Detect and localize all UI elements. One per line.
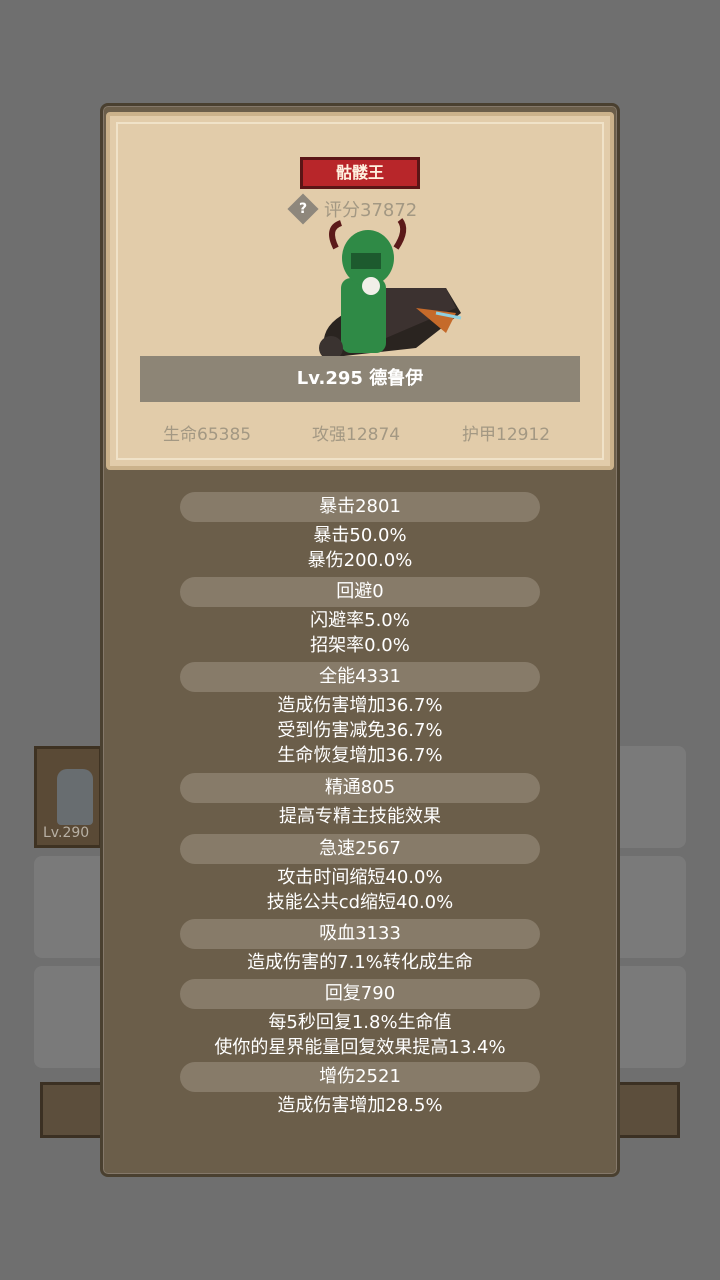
- slot-level: Lv.290: [43, 825, 90, 841]
- stat-armor: 护甲12912: [462, 425, 551, 445]
- attr-dodge-line: 招架率0.0%: [310, 635, 410, 656]
- stat-hp: 生命65385: [163, 425, 252, 445]
- attr-leech-header: 吸血3133: [180, 919, 540, 949]
- attr-regen-line: 每5秒回复1.8%生命值: [268, 1012, 452, 1033]
- attr-crit-line: 暴伤200.0%: [307, 550, 413, 571]
- attr-haste-line: 技能公共cd缩短40.0%: [266, 892, 454, 913]
- hero-portrait: [319, 218, 462, 360]
- attr-crit-line: 暴击50.0%: [313, 525, 407, 546]
- attr-versatility-header: 全能4331: [180, 662, 540, 692]
- title-badge: 骷髅王: [300, 157, 420, 189]
- attr-regen-line: 使你的星界能量回复效果提高13.4%: [214, 1037, 506, 1058]
- hero-name-bar: Lv.295 德鲁伊: [140, 356, 580, 402]
- hero-figure-icon: [319, 218, 462, 360]
- attr-haste-line: 攻击时间缩短40.0%: [277, 867, 443, 888]
- attr-haste-header: 急速2567: [180, 834, 540, 864]
- attr-versatility-line: 造成伤害增加36.7%: [277, 695, 443, 716]
- attr-versatility-line: 生命恢复增加36.7%: [277, 745, 443, 766]
- attr-leech-line: 造成伤害的7.1%转化成生命: [247, 952, 473, 973]
- attr-dodge-header: 回避0: [180, 577, 540, 607]
- attr-damage-line: 造成伤害增加28.5%: [277, 1095, 443, 1116]
- stat-attack: 攻强12874: [312, 425, 401, 445]
- armor-icon: [57, 769, 93, 825]
- equipment-slot[interactable]: Lv.290: [34, 746, 102, 848]
- attr-mastery-line: 提高专精主技能效果: [279, 806, 441, 827]
- attr-crit-header: 暴击2801: [180, 492, 540, 522]
- attr-damage-header: 增伤2521: [180, 1062, 540, 1092]
- attr-mastery-header: 精通805: [180, 773, 540, 803]
- attr-dodge-line: 闪避率5.0%: [310, 610, 410, 631]
- attr-regen-header: 回复790: [180, 979, 540, 1009]
- attr-versatility-line: 受到伤害减免36.7%: [277, 720, 443, 741]
